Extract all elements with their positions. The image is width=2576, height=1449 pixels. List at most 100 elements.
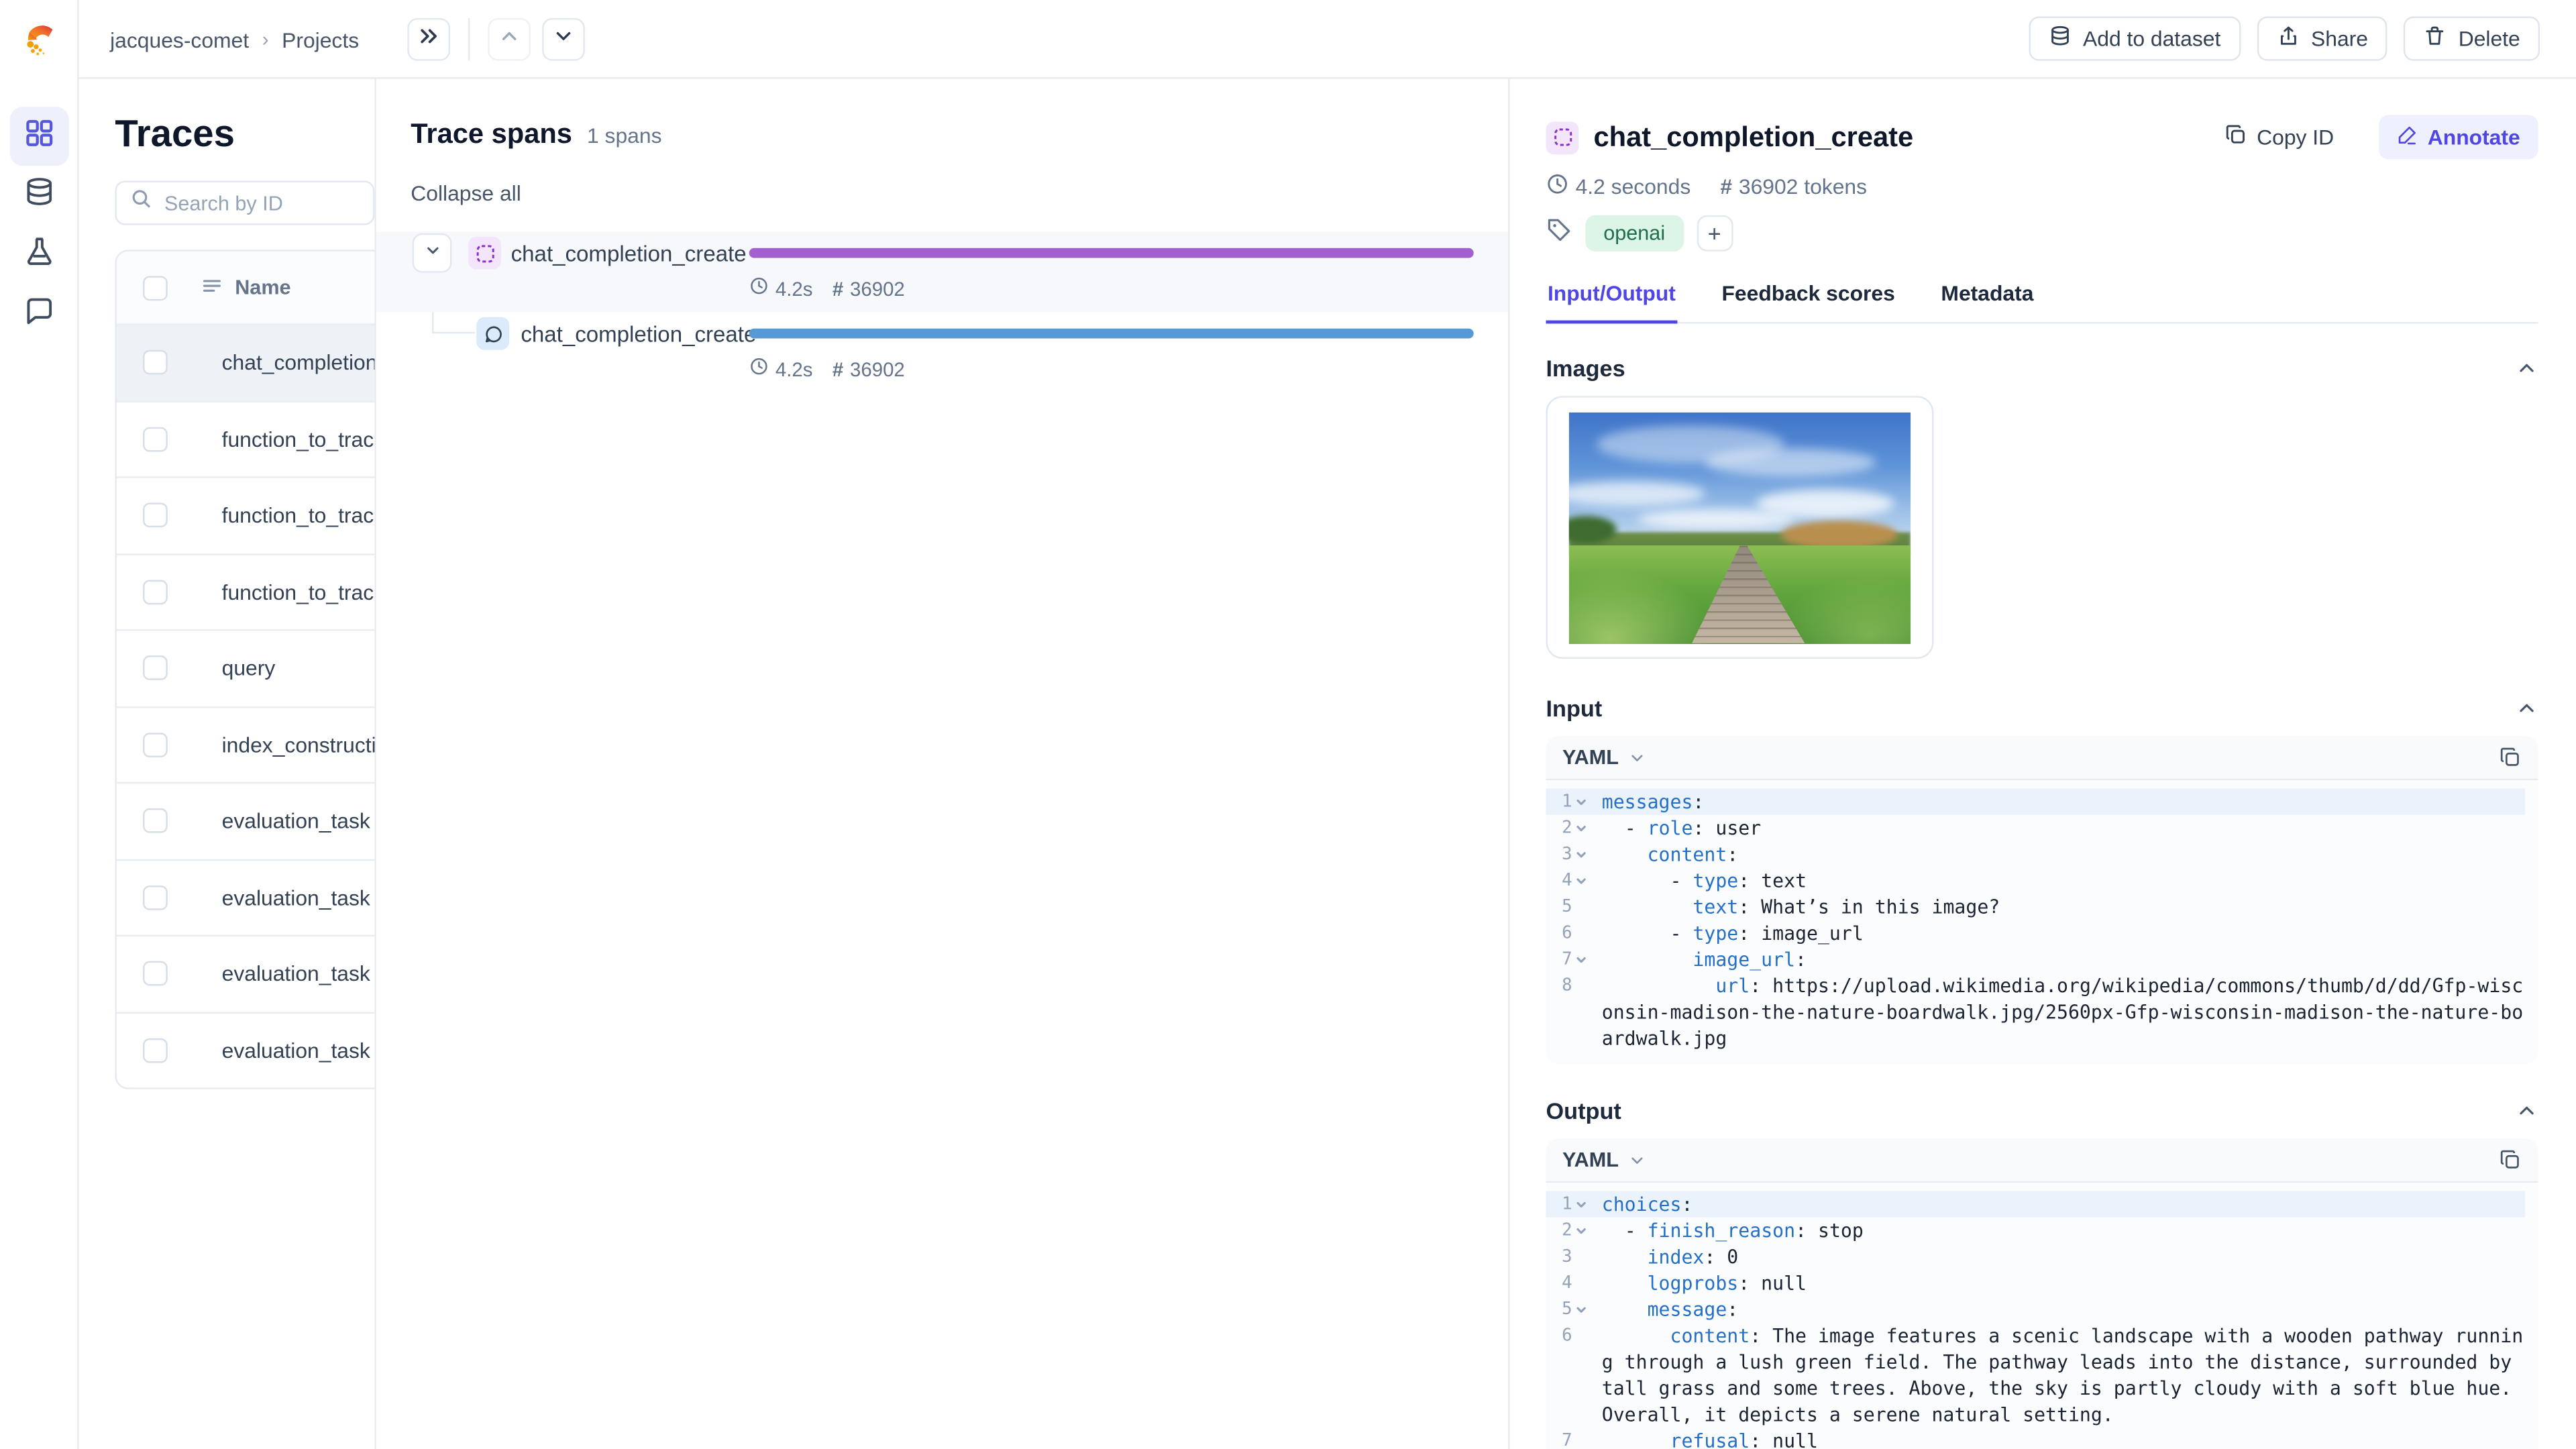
code-line: 2 - finish_reason: stop: [1546, 1218, 2525, 1244]
span-duration-bar[interactable]: [749, 248, 1474, 258]
span-label[interactable]: chat_completion_create: [511, 241, 747, 266]
format-select[interactable]: YAML: [1562, 1148, 1647, 1171]
code-line: 3 index: 0: [1546, 1244, 2525, 1270]
trace-name: evaluation_task: [221, 885, 370, 910]
line-number: 6: [1562, 923, 1572, 943]
code-text: refusal: null: [1670, 1429, 1818, 1449]
chevron-down-icon: [423, 238, 441, 268]
collapse-panel-button[interactable]: [407, 17, 451, 61]
table-row[interactable]: chat_completion_…: [116, 323, 375, 400]
table-row[interactable]: evaluation_task: [116, 934, 375, 1012]
span-detail-title: chat_completion_create: [1593, 121, 1914, 152]
code-text: - role: user: [1601, 816, 1762, 840]
images-section-title: Images: [1546, 354, 1625, 382]
fold-chevron-icon[interactable]: [1576, 841, 1587, 867]
chevrons-right-icon: [417, 24, 440, 56]
collapse-span-button[interactable]: [412, 233, 452, 273]
add-to-dataset-button[interactable]: Add to dataset: [2029, 16, 2241, 61]
row-checkbox[interactable]: [143, 427, 168, 451]
collapse-section-icon[interactable]: [2515, 356, 2538, 379]
collapse-all-button[interactable]: Collapse all: [411, 180, 521, 205]
annotate-button[interactable]: Annotate: [2378, 115, 2538, 160]
clock-icon: [1546, 172, 1568, 201]
prev-trace-button[interactable]: [488, 17, 531, 61]
row-checkbox[interactable]: [143, 1038, 168, 1063]
line-number: 3: [1562, 844, 1572, 865]
add-tag-button[interactable]: +: [1696, 215, 1733, 252]
comet-logo[interactable]: [18, 18, 61, 61]
trace-icon: [1546, 121, 1579, 154]
row-checkbox[interactable]: [143, 885, 168, 910]
select-all-checkbox[interactable]: [143, 275, 168, 300]
span-row-root[interactable]: chat_completion_create 4.2s #36902: [376, 231, 1509, 313]
database-icon: [23, 175, 56, 216]
table-row[interactable]: evaluation_task: [116, 782, 375, 859]
search-icon: [129, 187, 152, 219]
copy-id-button[interactable]: Copy ID: [2224, 123, 2334, 152]
code-line: 6 - type: image_url: [1546, 920, 2525, 946]
fold-chevron-icon[interactable]: [1576, 789, 1587, 815]
fold-chevron-icon[interactable]: [1576, 1218, 1587, 1244]
tab-feedback-scores[interactable]: Feedback scores: [1720, 271, 1896, 323]
span-label[interactable]: chat_completion_create: [521, 322, 756, 347]
row-checkbox[interactable]: [143, 961, 168, 987]
topbar: jacques-comet › Projects Add to dataset: [78, 0, 2576, 79]
landscape-photo[interactable]: [1568, 411, 1911, 643]
line-number: 7: [1562, 949, 1572, 969]
breadcrumb-workspace[interactable]: jacques-comet: [110, 27, 249, 52]
code-text: image_url:: [1693, 948, 1807, 971]
table-row[interactable]: function_to_track: [116, 400, 375, 477]
format-label: YAML: [1562, 1148, 1619, 1172]
sidebar-item-experiments[interactable]: [10, 225, 69, 284]
table-row[interactable]: function_to_track: [116, 476, 375, 553]
delete-button[interactable]: Delete: [2404, 16, 2540, 61]
sidebar-item-prompts[interactable]: [10, 284, 69, 343]
table-row[interactable]: index_construction: [116, 705, 375, 782]
collapse-section-icon[interactable]: [2515, 1099, 2538, 1122]
table-row[interactable]: evaluation_task: [116, 858, 375, 935]
sidebar-item-projects[interactable]: [9, 107, 69, 166]
span-duration-bar[interactable]: [749, 328, 1474, 339]
fold-chevron-icon[interactable]: [1576, 1296, 1587, 1322]
row-checkbox[interactable]: [143, 503, 168, 528]
tab-input-output[interactable]: Input/Output: [1546, 271, 1678, 324]
search-box[interactable]: [115, 180, 375, 225]
table-row[interactable]: function_to_track: [116, 553, 375, 629]
tag-openai[interactable]: openai: [1585, 215, 1684, 252]
line-number: 3: [1562, 1246, 1572, 1267]
line-number: 1: [1562, 792, 1572, 812]
code-text: content:: [1647, 843, 1739, 866]
share-button[interactable]: Share: [2257, 16, 2388, 61]
code-line: 7 image_url:: [1546, 947, 2525, 973]
line-number: 7: [1562, 1431, 1572, 1449]
copy-code-button[interactable]: [2499, 746, 2522, 769]
code-line: 7 refusal: null: [1546, 1428, 2525, 1449]
span-row-child[interactable]: chat_completion_create 4.2s #36902: [376, 312, 1508, 392]
fold-chevron-icon[interactable]: [1576, 1191, 1587, 1218]
table-row[interactable]: query: [116, 629, 375, 706]
column-header-name[interactable]: Name: [235, 276, 290, 299]
fold-chevron-icon[interactable]: [1576, 815, 1587, 841]
next-trace-button[interactable]: [542, 17, 585, 61]
collapse-section-icon[interactable]: [2515, 696, 2538, 719]
row-checkbox[interactable]: [143, 808, 168, 834]
trash-icon: [2424, 25, 2447, 53]
add-to-dataset-label: Add to dataset: [2083, 26, 2221, 51]
row-checkbox[interactable]: [143, 350, 168, 375]
fold-chevron-icon[interactable]: [1576, 947, 1587, 973]
fold-chevron-icon[interactable]: [1576, 867, 1587, 894]
search-input[interactable]: [164, 191, 360, 215]
row-checkbox[interactable]: [143, 655, 168, 681]
copy-code-button[interactable]: [2499, 1148, 2522, 1171]
tab-metadata[interactable]: Metadata: [1939, 271, 2035, 323]
row-checkbox[interactable]: [143, 732, 168, 757]
row-checkbox[interactable]: [143, 579, 168, 604]
table-row[interactable]: evaluation_task: [116, 1011, 375, 1088]
sidebar-item-datasets[interactable]: [10, 166, 69, 225]
span-tokens: 36902: [850, 357, 905, 380]
topbar-actions: Add to dataset Share Delete: [2029, 16, 2540, 61]
line-number: 6: [1562, 1326, 1572, 1346]
span-tokens: 36902: [850, 276, 905, 300]
format-select[interactable]: YAML: [1562, 746, 1647, 769]
breadcrumb-page[interactable]: Projects: [282, 27, 359, 52]
